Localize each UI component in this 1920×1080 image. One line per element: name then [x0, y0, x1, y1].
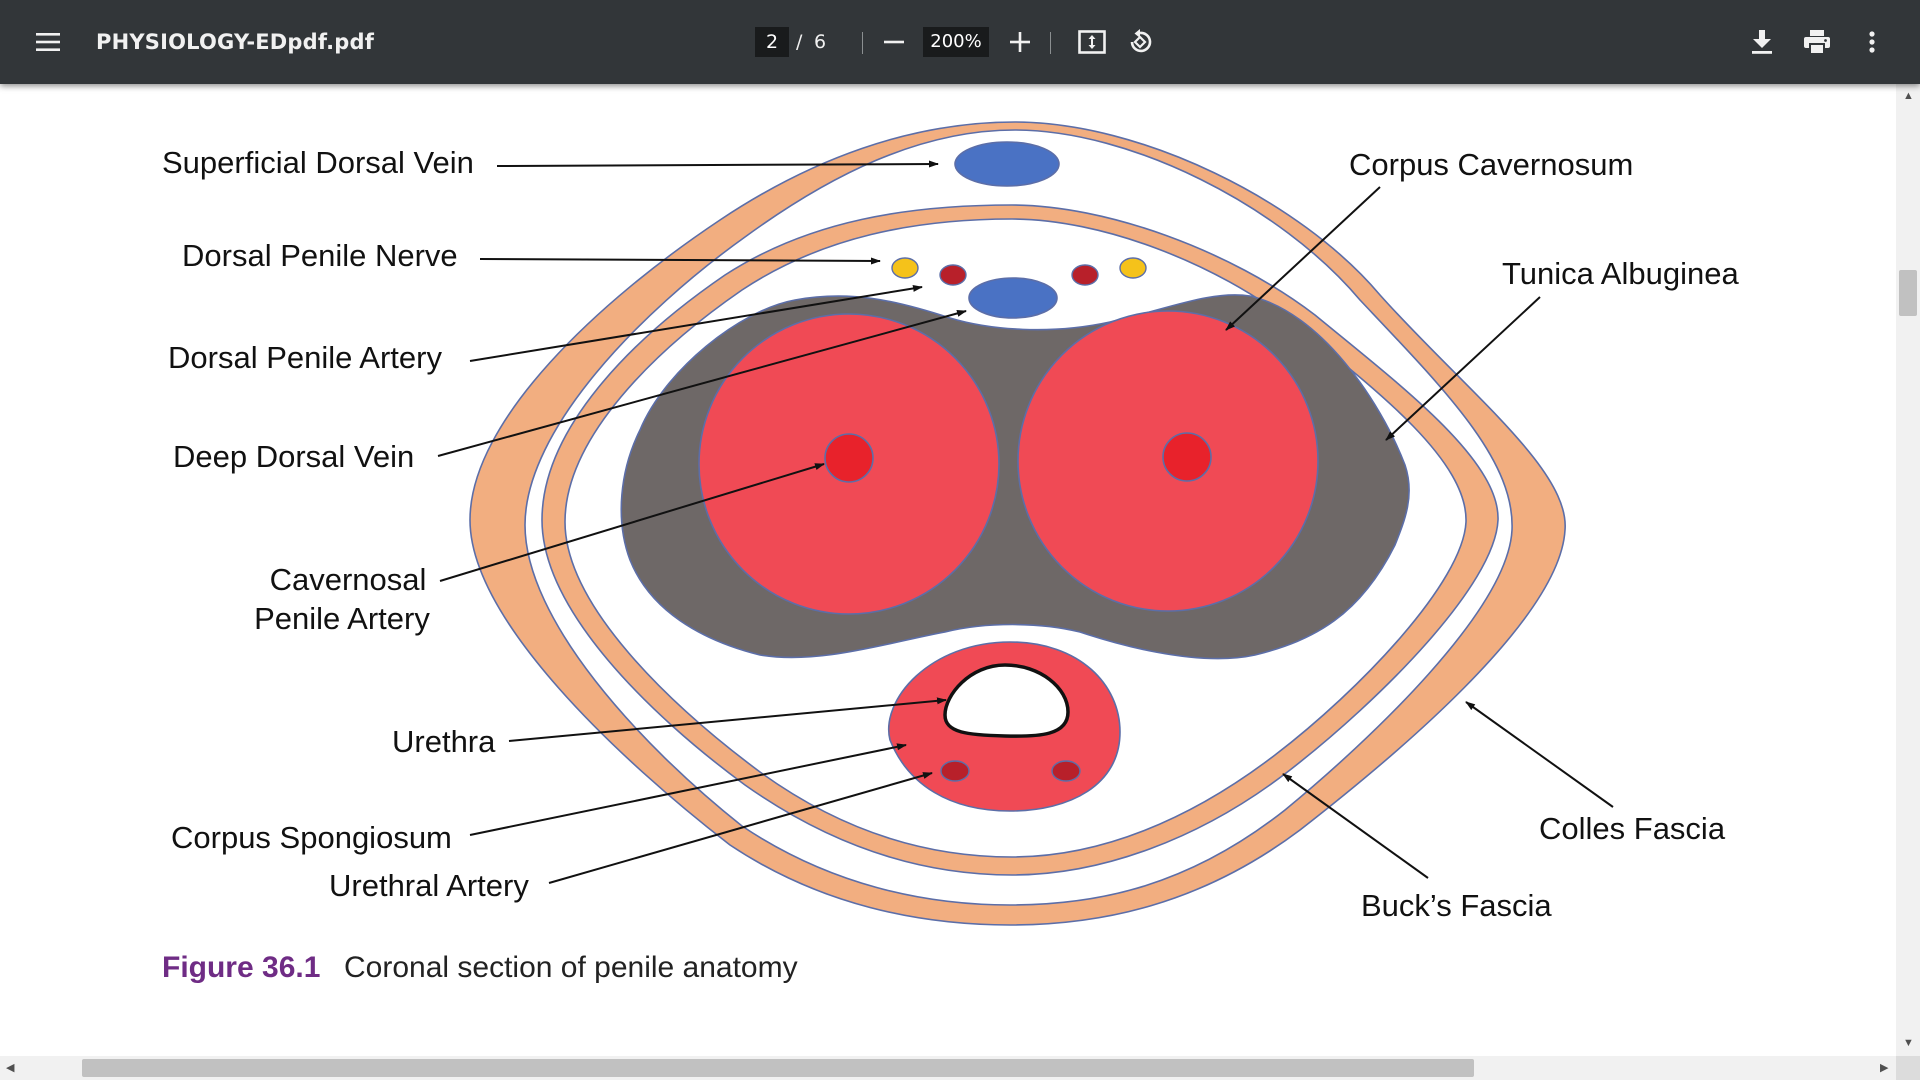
label-corpus-cavernosum: Corpus Cavernosum: [1349, 147, 1633, 182]
scroll-down-arrow-icon[interactable]: ▼: [1903, 1037, 1914, 1049]
horizontal-scrollbar-thumb[interactable]: [82, 1059, 1474, 1077]
right-dorsal-artery: [1071, 264, 1099, 286]
print-icon[interactable]: [1799, 24, 1835, 60]
page-total: 6: [814, 31, 827, 53]
rotate-counterclockwise-icon[interactable]: [1122, 24, 1158, 60]
figure-caption-text: Coronal section of penile anatomy: [344, 951, 798, 984]
label-dorsal-penile-nerve: Dorsal Penile Nerve: [182, 238, 458, 273]
pdf-toolbar: PHYSIOLOGY-EDpdf.pdf 2 / 6 200%: [0, 0, 1920, 84]
label-urethral-artery: Urethral Artery: [329, 868, 529, 903]
vertical-scrollbar-thumb[interactable]: [1899, 270, 1917, 316]
file-name: PHYSIOLOGY-EDpdf.pdf: [96, 30, 375, 54]
plus-icon[interactable]: [1003, 26, 1037, 58]
left-urethral-artery: [940, 760, 970, 782]
left-dorsal-nerve: [891, 257, 919, 279]
hamburger-menu-icon[interactable]: [30, 24, 66, 60]
right-urethral-artery: [1051, 760, 1081, 782]
label-tunica-albuginea: Tunica Albuginea: [1502, 256, 1739, 291]
deep-dorsal-vein: [968, 277, 1058, 319]
zoom-level-input[interactable]: 200%: [923, 27, 989, 57]
page-number-input[interactable]: 2: [755, 27, 789, 57]
label-dorsal-penile-artery: Dorsal Penile Artery: [168, 340, 442, 375]
label-corpus-spongiosum: Corpus Spongiosum: [171, 820, 452, 855]
label-bucks-fascia: Buck’s Fascia: [1361, 888, 1552, 923]
pdf-page-viewport[interactable]: Superficial Dorsal Vein Dorsal Penile Ne…: [0, 84, 1896, 1056]
label-superficial-dorsal-vein: Superficial Dorsal Vein: [162, 145, 474, 180]
download-icon[interactable]: [1744, 24, 1780, 60]
right-cavernosal-artery: [1162, 432, 1212, 482]
toolbar-divider: [862, 32, 863, 54]
label-cavernosal-line2: Penile Artery: [254, 601, 430, 636]
fit-to-page-icon[interactable]: [1074, 24, 1110, 60]
label-urethra: Urethra: [392, 724, 496, 759]
penile-anatomy-figure: Superficial Dorsal Vein Dorsal Penile Ne…: [162, 121, 1739, 984]
page-separator: /: [796, 31, 803, 53]
scrollbar-corner: [1896, 1056, 1920, 1080]
left-cavernosal-artery: [824, 433, 874, 483]
left-dorsal-artery: [939, 264, 967, 286]
label-colles-fascia: Colles Fascia: [1539, 811, 1726, 846]
right-dorsal-nerve: [1119, 257, 1147, 279]
vertical-scrollbar[interactable]: [1896, 84, 1920, 1056]
scroll-left-arrow-icon[interactable]: ◀: [6, 1062, 14, 1074]
scroll-right-arrow-icon[interactable]: ▶: [1880, 1062, 1888, 1074]
minus-icon[interactable]: [877, 26, 911, 58]
label-cavernosal-line1: Cavernosal: [270, 562, 427, 597]
more-vertical-icon[interactable]: [1854, 24, 1890, 60]
scroll-up-arrow-icon[interactable]: ▲: [1903, 90, 1914, 102]
figure-caption-number: Figure 36.1: [162, 951, 320, 984]
label-deep-dorsal-vein: Deep Dorsal Vein: [173, 439, 414, 474]
toolbar-divider: [1050, 32, 1051, 54]
superficial-dorsal-vein: [954, 141, 1060, 187]
